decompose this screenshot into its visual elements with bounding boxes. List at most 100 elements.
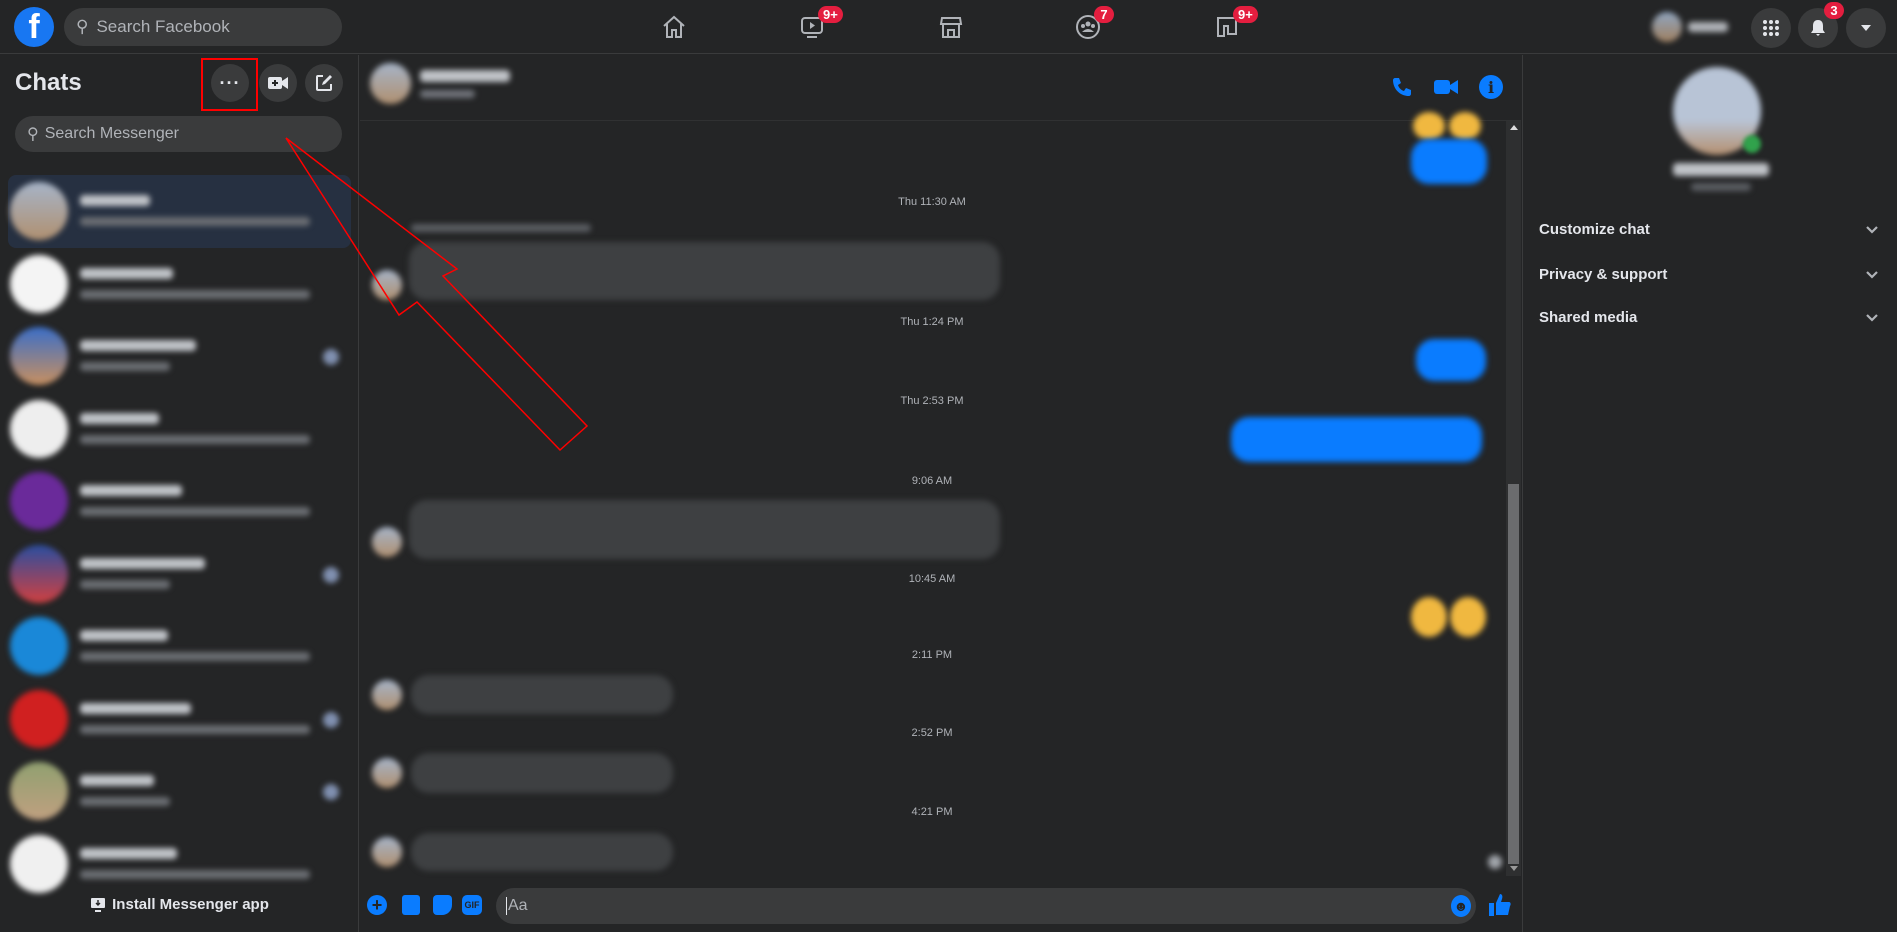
seen-avatar (323, 784, 339, 800)
scrollbar-thumb[interactable] (1508, 484, 1519, 864)
chat-name-blurred (80, 557, 205, 569)
facebook-logo[interactable]: f (14, 7, 54, 47)
emoji-reaction (1449, 112, 1481, 140)
message-timestamp: 2:11 PM (911, 649, 953, 661)
profile-shortcut[interactable] (1652, 10, 1732, 44)
contact-avatar[interactable] (370, 63, 411, 104)
message-timestamp: 10:45 AM (908, 573, 956, 585)
message-bubble-incoming[interactable] (409, 242, 1000, 300)
home-icon[interactable] (654, 7, 694, 47)
chat-name-blurred (80, 630, 168, 641)
contact-name-blurred (1673, 163, 1769, 176)
chat-list-item[interactable] (8, 538, 351, 611)
chat-preview-blurred (80, 362, 170, 371)
new-message-button[interactable] (305, 64, 343, 102)
chat-list-item[interactable] (8, 755, 351, 828)
chevron-down-icon (1866, 226, 1878, 234)
search-facebook-input[interactable]: ⚲ Search Facebook (64, 8, 342, 46)
avatar (10, 327, 68, 385)
online-status-dot (1743, 135, 1761, 153)
info-section-2[interactable]: Shared media (1539, 309, 1879, 326)
chat-name-blurred (80, 702, 191, 714)
message-bubble-incoming[interactable] (409, 500, 1000, 559)
scroll-up-arrow[interactable] (1510, 125, 1518, 130)
chats-title: Chats (15, 69, 82, 96)
contact-avatar-small (372, 758, 402, 788)
like-icon[interactable] (1488, 892, 1512, 918)
contact-name-blurred[interactable] (420, 70, 510, 82)
chat-list-item[interactable] (8, 683, 351, 756)
chat-list (0, 175, 359, 900)
account-menu-button[interactable] (1846, 8, 1886, 48)
groups-badge: 7 (1094, 6, 1114, 23)
avatar (10, 399, 68, 458)
attach-photo-icon[interactable] (402, 895, 420, 915)
compose-icon (316, 75, 332, 91)
more-actions-icon[interactable]: + (367, 895, 387, 915)
emoji-icon[interactable]: ☻ (1451, 895, 1471, 917)
chat-list-item[interactable] (8, 320, 351, 393)
caret-down-icon (1861, 25, 1871, 31)
search-icon: ⚲ (76, 17, 89, 36)
top-bar: f ⚲ Search Facebook 9+ 7 9+ 3 (0, 0, 1897, 54)
chat-list-item[interactable] (8, 393, 351, 466)
avatar (10, 544, 68, 603)
message-bubble-outgoing[interactable] (1416, 339, 1486, 381)
emoji-message[interactable] (1450, 597, 1486, 637)
annotation-highlight-box (201, 58, 258, 111)
chat-list-item[interactable] (8, 828, 351, 901)
avatar (10, 689, 68, 748)
conversation-header: i (360, 55, 1521, 121)
chat-preview-blurred (80, 579, 170, 589)
chat-preview-blurred (80, 652, 310, 661)
watch-badge: 9+ (818, 6, 843, 23)
message-bubble-incoming[interactable] (411, 753, 673, 793)
marketplace-icon[interactable] (931, 7, 971, 47)
message-bubble-outgoing[interactable] (1231, 417, 1482, 462)
message-bubble-incoming[interactable] (411, 675, 673, 714)
info-section-0[interactable]: Customize chat (1539, 221, 1879, 238)
info-section-1[interactable]: Privacy & support (1539, 266, 1879, 283)
seen-avatar (323, 711, 339, 728)
menu-grid-button[interactable] (1751, 8, 1791, 48)
profile-name-blurred (1688, 22, 1728, 32)
message-timestamp: 9:06 AM (911, 475, 953, 487)
chat-name-blurred (80, 412, 159, 424)
chevron-down-icon (1866, 314, 1878, 322)
chat-name-blurred (80, 775, 154, 786)
emoji-message[interactable] (1411, 597, 1447, 637)
chat-list-item[interactable] (8, 248, 351, 321)
message-timestamp: 2:52 PM (911, 727, 953, 739)
desktop-download-icon (91, 898, 106, 912)
emoji-reaction (1413, 112, 1445, 140)
new-room-button[interactable] (259, 64, 297, 102)
contact-status-blurred (420, 90, 475, 98)
contact-avatar-small (372, 527, 402, 557)
seen-avatar (323, 349, 339, 365)
message-input[interactable]: Aa (496, 888, 1476, 924)
message-timestamp: Thu 11:30 AM (898, 196, 966, 208)
video-call-icon[interactable] (1433, 75, 1459, 99)
chat-name-blurred (80, 847, 177, 859)
message-scrollbar[interactable] (1506, 121, 1521, 876)
phone-icon[interactable] (1390, 75, 1414, 99)
gif-icon[interactable]: GIF (462, 895, 482, 915)
scroll-down-arrow[interactable] (1510, 866, 1518, 871)
chat-list-item[interactable] (8, 175, 351, 248)
chat-list-item[interactable] (8, 610, 351, 683)
seen-avatar (323, 566, 339, 583)
search-messenger-input[interactable]: ⚲ Search Messenger (15, 116, 342, 152)
seen-indicator-avatar (1488, 855, 1502, 869)
chat-preview-blurred (80, 797, 170, 806)
chat-preview-blurred (80, 869, 310, 879)
avatar (10, 182, 68, 240)
info-icon[interactable]: i (1479, 75, 1503, 99)
install-messenger-link[interactable]: Install Messenger app (0, 896, 359, 913)
sticker-icon[interactable] (433, 895, 452, 915)
chat-list-item[interactable] (8, 465, 351, 538)
reply-context-blurred (411, 224, 591, 232)
message-bubble-incoming[interactable] (411, 833, 673, 871)
message-bubble-outgoing[interactable] (1411, 139, 1487, 184)
chat-preview-blurred (80, 217, 310, 226)
section-label: Privacy & support (1539, 266, 1668, 283)
